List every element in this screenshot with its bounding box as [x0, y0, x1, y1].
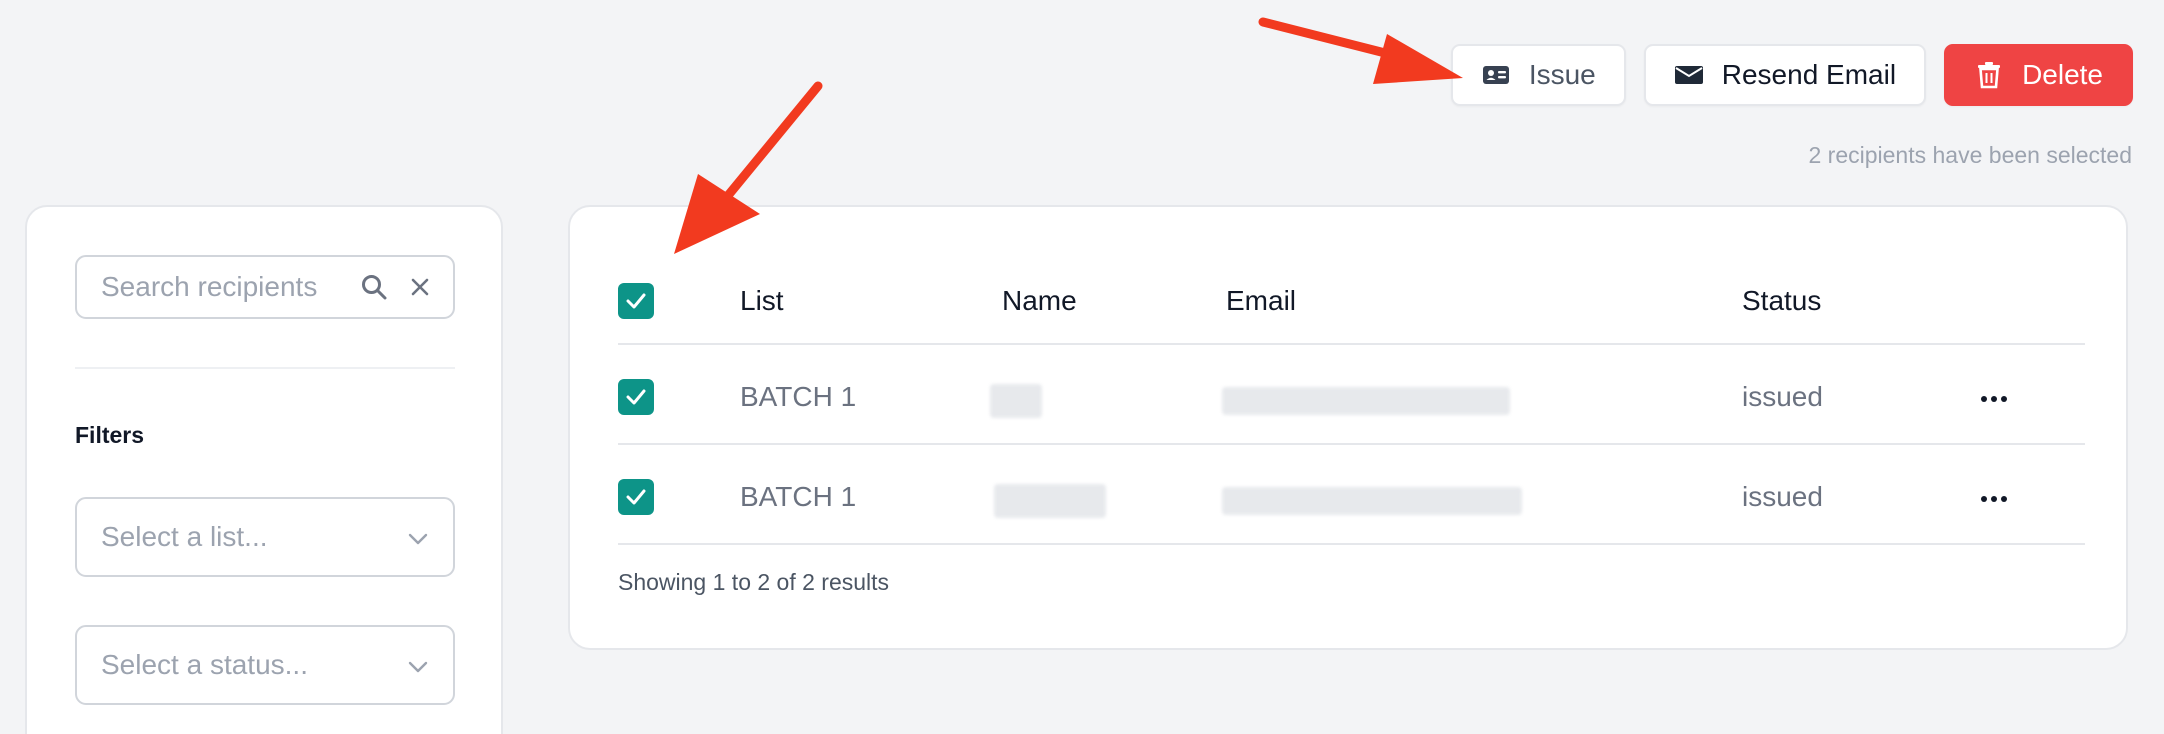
column-header-list[interactable]: List: [740, 285, 784, 317]
column-header-name[interactable]: Name: [1002, 285, 1077, 317]
recipients-table-card: List Name Email Status BATCH 1 issued BA…: [568, 205, 2128, 650]
cell-list: BATCH 1: [740, 481, 857, 512]
row-checkbox[interactable]: [618, 379, 654, 415]
search-input[interactable]: [101, 271, 351, 303]
list-select-placeholder: Select a list...: [101, 521, 268, 552]
filters-sidebar: Filters Select a list... Select a status…: [25, 205, 503, 734]
issue-button[interactable]: Issue: [1450, 44, 1626, 106]
column-header-status[interactable]: Status: [1742, 285, 1821, 317]
recipients-page: Issue Resend Email Delete 2 recipients h…: [0, 0, 2164, 734]
arrow-annotation-icon: [1258, 17, 1463, 84]
row-checkbox[interactable]: [618, 479, 654, 515]
header-divider: [618, 343, 2085, 345]
id-card-icon: [1481, 60, 1511, 90]
cell-name-redacted: [994, 484, 1106, 518]
cell-status: issued: [1742, 381, 1823, 412]
chevron-down-icon: [407, 521, 429, 553]
cell-list: BATCH 1: [740, 381, 857, 412]
delete-button[interactable]: Delete: [1944, 44, 2133, 106]
pagination-summary: Showing 1 to 2 of 2 results: [618, 569, 890, 595]
bulk-actions-toolbar: Issue Resend Email Delete: [1450, 44, 2133, 106]
select-all-checkbox[interactable]: [618, 283, 654, 319]
resend-email-button-label: Resend Email: [1721, 59, 1897, 90]
search-box: [75, 255, 455, 319]
status-select[interactable]: Select a status...: [75, 625, 455, 705]
status-select-placeholder: Select a status...: [101, 649, 308, 680]
resend-email-button[interactable]: Resend Email: [1643, 44, 1927, 106]
more-horizontal-icon[interactable]: [1974, 389, 2014, 409]
close-icon[interactable]: [407, 274, 433, 300]
selection-count-text: 2 recipients have been selected: [1808, 142, 2133, 168]
trash-icon: [1974, 60, 2004, 90]
issue-button-label: Issue: [1528, 59, 1596, 90]
filters-title: Filters: [75, 422, 145, 448]
cell-status: issued: [1742, 481, 1823, 512]
cell-email-redacted: [1222, 387, 1510, 415]
cell-name-redacted: [990, 384, 1042, 418]
more-horizontal-icon[interactable]: [1974, 489, 2014, 509]
cell-email-redacted: [1222, 487, 1522, 515]
delete-button-label: Delete: [2022, 59, 2103, 90]
column-header-email[interactable]: Email: [1226, 285, 1296, 317]
list-select[interactable]: Select a list...: [75, 497, 455, 577]
search-icon[interactable]: [359, 272, 389, 302]
chevron-down-icon: [407, 649, 429, 681]
envelope-icon: [1674, 60, 1704, 90]
row-divider: [618, 543, 2085, 545]
sidebar-divider: [75, 367, 455, 369]
row-divider: [618, 443, 2085, 445]
